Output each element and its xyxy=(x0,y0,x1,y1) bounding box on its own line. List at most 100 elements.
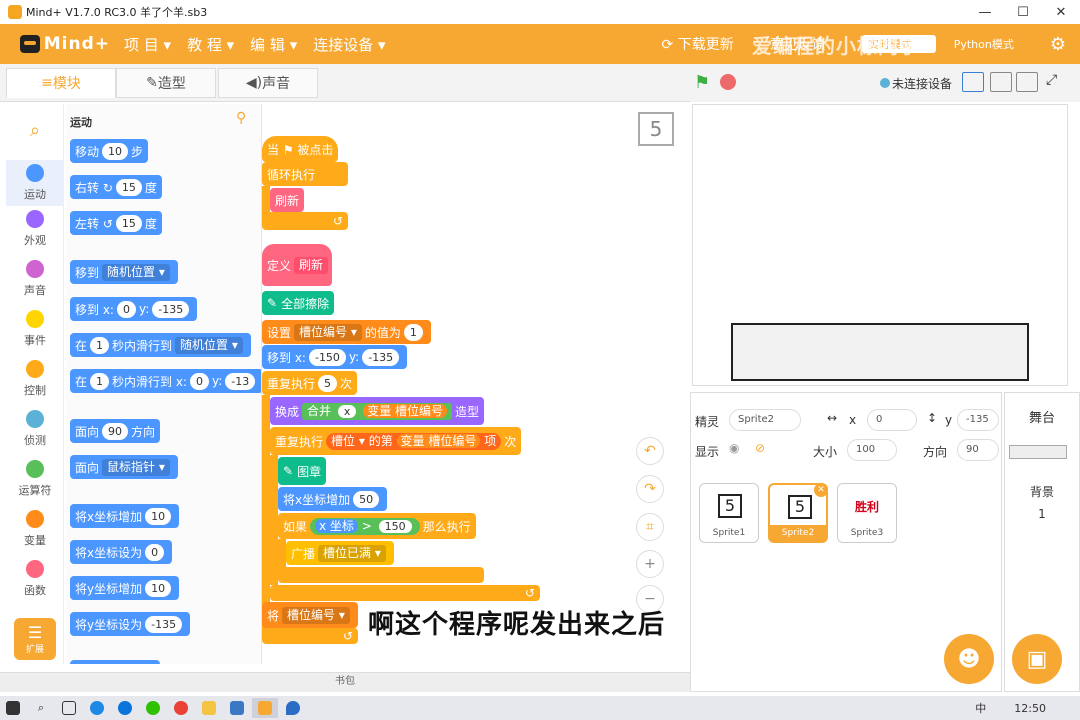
variable-reporter[interactable]: 变量 槽位编号 xyxy=(396,433,481,448)
block-set-variable[interactable]: 设置 槽位编号 ▾ 的值为 1 xyxy=(262,320,431,344)
y-input[interactable]: -135 xyxy=(957,409,999,431)
wechat-icon[interactable] xyxy=(140,698,166,718)
block-input[interactable]: 15 xyxy=(115,214,142,232)
block-goto-xy-script[interactable]: 移到 x: -150 y: -135 xyxy=(262,345,408,369)
add-backdrop-button[interactable]: ▣ xyxy=(1012,634,1062,684)
block-move-steps[interactable]: 移动 10 步 xyxy=(70,139,149,163)
menu-connect-device[interactable]: 连接设备 ▾ xyxy=(313,34,385,55)
sprite-tile[interactable]: 胜利 Sprite3 xyxy=(837,483,897,543)
variable-reporter[interactable]: 变量 槽位编号 xyxy=(363,403,448,418)
category-variables[interactable]: 变量 xyxy=(6,510,64,548)
search-icon[interactable]: ⌕ xyxy=(6,120,64,141)
block-dropdown[interactable]: 槽位 ▾ xyxy=(331,434,365,448)
tab-sounds[interactable]: ◀) 声音 xyxy=(218,68,318,98)
list-item-reporter[interactable]: 槽位 ▾ 的第 变量 槽位编号 项 xyxy=(326,432,502,450)
block-input[interactable]: -150 xyxy=(308,348,346,366)
fullscreen-icon[interactable] xyxy=(1016,72,1038,92)
python-mode-toggle[interactable]: Python模式 xyxy=(954,36,1032,52)
extensions-button[interactable]: ☰ 扩展 xyxy=(14,618,56,660)
add-sprite-button[interactable]: ☻ xyxy=(944,634,994,684)
category-events[interactable]: 事件 xyxy=(6,310,64,348)
block-change-x[interactable]: 将x坐标增加 10 xyxy=(70,504,180,528)
block-input[interactable]: 15 xyxy=(115,178,142,196)
block-pen-clear[interactable]: ✎ 全部擦除 xyxy=(262,291,335,315)
block-set-y[interactable]: 将y坐标设为 -135 xyxy=(70,612,191,636)
block-dropdown[interactable]: 槽位编号 ▾ xyxy=(282,606,350,624)
block-set-x[interactable]: 将x坐标设为 0 xyxy=(70,540,173,564)
block-input[interactable]: -13 xyxy=(225,372,256,390)
block-input[interactable]: 0 xyxy=(116,300,136,318)
compare-reporter[interactable]: x 坐标 > 150 xyxy=(310,517,420,535)
large-stage-icon[interactable] xyxy=(990,72,1012,92)
block-glide-xy[interactable]: 在 1 秒内滑行到 x: 0 y: -13 xyxy=(70,369,261,393)
block-input[interactable]: 0 xyxy=(145,543,165,561)
settings-gear-icon[interactable]: ⚙ xyxy=(1050,34,1066,55)
block-input[interactable]: 1 xyxy=(90,336,110,354)
search-taskbar-icon[interactable]: ⌕ xyxy=(28,698,54,718)
hide-eye-icon[interactable]: ⊘ xyxy=(755,441,765,455)
block-input[interactable]: x xyxy=(337,404,357,418)
block-input[interactable]: -135 xyxy=(145,615,183,633)
mindplus-taskbar-icon[interactable] xyxy=(252,698,278,718)
block-input[interactable]: 10 xyxy=(145,579,172,597)
block-broadcast[interactable]: 广播 槽位已满 ▾ xyxy=(286,541,394,565)
category-motion[interactable]: 运动 xyxy=(6,160,64,206)
sprite-tile[interactable]: 5 Sprite1 xyxy=(699,483,759,543)
undo-icon[interactable]: ↶ xyxy=(636,437,664,465)
join-reporter[interactable]: 合并 x 变量 槽位编号 xyxy=(302,402,453,420)
sprite-tile-selected[interactable]: 5 Sprite2 ✕ xyxy=(768,483,828,543)
sprite-name-input[interactable]: Sprite2 xyxy=(729,409,801,431)
category-looks[interactable]: 外观 xyxy=(6,210,64,248)
block-glide-random[interactable]: 在 1 秒内滑行到 随机位置 ▾ xyxy=(70,333,251,357)
green-flag-icon[interactable]: ⚑ xyxy=(694,72,712,93)
block-change-var[interactable]: 将槽位编号 ▾ xyxy=(262,602,358,628)
block-input[interactable]: 50 xyxy=(353,490,380,508)
block-define[interactable]: 定义 刷新 xyxy=(262,244,332,286)
app-icon[interactable] xyxy=(280,698,306,718)
windows-start-icon[interactable] xyxy=(0,698,26,718)
stage-canvas[interactable] xyxy=(692,104,1068,386)
stop-icon[interactable] xyxy=(720,74,736,90)
pin-icon[interactable]: ⚲ xyxy=(236,110,246,126)
block-stamp[interactable]: ✎ 图章 xyxy=(278,457,327,485)
block-call-refresh[interactable]: 刷新 xyxy=(270,188,305,212)
backpack-bar[interactable]: 书包 xyxy=(0,672,690,692)
download-update-link[interactable]: ⟳ 下载更新 xyxy=(662,34,752,54)
expand-icon[interactable]: ⤢ xyxy=(1046,72,1057,88)
size-input[interactable]: 100 xyxy=(847,439,897,461)
category-sound[interactable]: 声音 xyxy=(6,260,64,298)
block-change-y[interactable]: 将y坐标增加 10 xyxy=(70,576,180,600)
minimize-button[interactable]: — xyxy=(966,0,1004,24)
device-status[interactable]: 未连接设备 xyxy=(880,75,952,92)
input-method[interactable]: 中 xyxy=(975,700,986,716)
block-when-flag-clicked[interactable]: 当 ⚑ 被点击 xyxy=(262,136,339,162)
menu-tutorial[interactable]: 教 程 ▾ xyxy=(187,34,234,55)
block-repeat[interactable]: 重复执行 5 次 xyxy=(262,371,358,395)
block-change-x-script[interactable]: 将x坐标增加 50 xyxy=(278,487,388,511)
block-input[interactable]: 90 xyxy=(102,422,129,440)
category-operators[interactable]: 运算符 xyxy=(6,460,64,498)
block-input[interactable]: 1 xyxy=(90,372,110,390)
close-button[interactable]: ✕ xyxy=(1042,0,1080,24)
block-turn-left[interactable]: 左转 ↺ 15 度 xyxy=(70,211,162,235)
show-eye-icon[interactable]: ◉ xyxy=(729,441,739,455)
category-functions[interactable]: 函数 xyxy=(6,560,64,598)
block-partial[interactable] xyxy=(70,660,160,664)
block-goto-xy[interactable]: 移到 x: 0 y: -135 xyxy=(70,297,198,321)
block-turn-right[interactable]: 右转 ↻ 15 度 xyxy=(70,175,162,199)
block-input[interactable]: 5 xyxy=(318,374,338,392)
folder-icon[interactable] xyxy=(196,698,222,718)
maximize-button[interactable]: ☐ xyxy=(1004,0,1042,24)
block-point-towards[interactable]: 面向 鼠标指针 ▾ xyxy=(70,455,178,479)
chrome-icon[interactable] xyxy=(168,698,194,718)
direction-input[interactable]: 90 xyxy=(957,439,999,461)
zoom-in-icon[interactable]: + xyxy=(636,550,664,578)
block-goto[interactable]: 移到 随机位置 ▾ xyxy=(70,260,178,284)
block-dropdown[interactable]: 鼠标指针 ▾ xyxy=(102,458,170,476)
block-if[interactable]: 如果 x 坐标 > 150 那么执行 xyxy=(278,513,476,539)
block-input[interactable]: 150 xyxy=(378,519,412,533)
category-sensing[interactable]: 侦测 xyxy=(6,410,64,448)
app-icon[interactable] xyxy=(224,698,250,718)
app-icon[interactable] xyxy=(84,698,110,718)
delete-sprite-icon[interactable]: ✕ xyxy=(814,483,828,497)
